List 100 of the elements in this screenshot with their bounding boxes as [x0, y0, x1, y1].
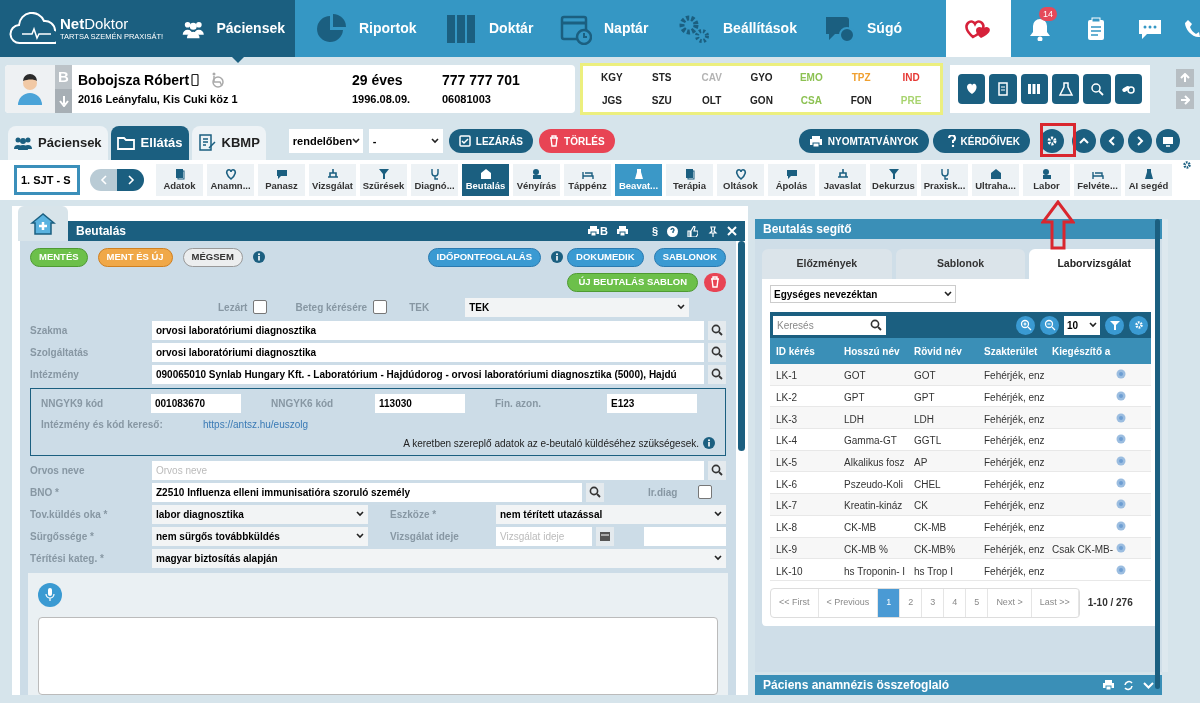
module-tab[interactable]: Praxisk...	[921, 164, 968, 196]
select-field[interactable]: TEK	[465, 297, 690, 317]
module-tab[interactable]: Labor	[1023, 164, 1070, 196]
checkbox[interactable]	[253, 300, 268, 314]
page-size-select[interactable]: 10	[1064, 315, 1100, 335]
pagination-button[interactable]: Next >	[988, 588, 1032, 617]
status-select[interactable]: rendelőben	[288, 129, 363, 153]
clipboard-icon[interactable]	[1086, 16, 1106, 41]
input-field[interactable]: orvosi laboratóriumi diagnosztika	[152, 342, 704, 362]
module-tab[interactable]: Diagnó...	[411, 164, 458, 196]
checkbox[interactable]	[698, 485, 712, 499]
main-tab[interactable]: Páciensek	[8, 126, 108, 160]
column-header[interactable]: Hosszú név	[844, 343, 914, 359]
search-button[interactable]	[708, 320, 726, 340]
episode-select[interactable]: 1. SJT - S	[14, 165, 80, 195]
status-select[interactable]: -	[368, 129, 443, 153]
help-icon[interactable]	[667, 225, 678, 237]
select-field[interactable]: nem térített utazással	[496, 504, 726, 524]
module-tab[interactable]: Panasz	[258, 164, 305, 196]
calendar-button[interactable]	[596, 526, 614, 546]
module-tab[interactable]: Ultraha...	[972, 164, 1019, 196]
printer-icon[interactable]	[616, 226, 628, 236]
input-field[interactable]: E123	[607, 393, 697, 413]
main-tab[interactable]: Ellátás	[110, 126, 189, 160]
pagination-button[interactable]: 2	[900, 588, 923, 617]
microphone-button[interactable]	[38, 583, 62, 607]
refresh-icon[interactable]	[1123, 679, 1134, 691]
input-field[interactable]: 001083670	[151, 393, 241, 413]
monitor-button[interactable]	[1156, 129, 1180, 153]
close-icon[interactable]	[727, 226, 737, 236]
pagination-button[interactable]: << First	[771, 588, 819, 617]
module-tab[interactable]: Felvéte...	[1074, 164, 1121, 196]
time-field[interactable]	[644, 526, 726, 546]
search-field[interactable]: Keresés	[773, 315, 886, 335]
column-header[interactable]: Kiegészítő a	[1052, 343, 1114, 359]
add-circle-icon[interactable]	[1116, 434, 1126, 445]
module-tab[interactable]: Anamn...	[207, 164, 254, 196]
flask-button[interactable]	[1052, 73, 1080, 104]
module-tab[interactable]: Javaslat	[819, 164, 866, 196]
pagination-button[interactable]: 3	[922, 588, 945, 617]
action-button[interactable]: LEZÁRÁS	[448, 129, 534, 153]
chevron-down-icon[interactable]	[1143, 679, 1154, 691]
checkbox[interactable]	[373, 300, 388, 314]
search-button[interactable]	[708, 342, 726, 362]
add-circle-icon[interactable]	[1116, 391, 1126, 402]
main-tab[interactable]: KBMP	[191, 126, 266, 160]
column-header[interactable]: Rövid név	[914, 343, 984, 359]
pagination-button[interactable]: Last >>	[1031, 588, 1079, 617]
module-tab[interactable]: Adatok	[156, 164, 203, 196]
hospital-house-icon[interactable]	[30, 211, 56, 236]
add-circle-icon[interactable]	[1116, 564, 1126, 575]
action-button[interactable]: TÖRLÉS	[539, 129, 615, 153]
zoom-button[interactable]	[1083, 73, 1111, 104]
previous-button[interactable]	[1100, 129, 1124, 153]
select-field[interactable]: nem sürgős továbbküldés	[152, 526, 368, 546]
printer-icon[interactable]	[1103, 679, 1114, 690]
pills-button[interactable]	[1114, 73, 1142, 104]
zoom-out-button[interactable]	[1040, 315, 1059, 335]
helper-tab[interactable]: Sablonok	[895, 249, 1026, 279]
module-tab[interactable]: Dekurzus	[870, 164, 917, 196]
add-circle-icon[interactable]	[1116, 521, 1126, 532]
search-button[interactable]	[586, 482, 604, 502]
delete-button[interactable]	[704, 272, 726, 292]
add-circle-icon[interactable]	[1116, 369, 1126, 380]
header-action[interactable]: B	[599, 222, 608, 240]
scrollbar-thumb[interactable]	[738, 241, 745, 451]
brand-button[interactable]	[946, 0, 1011, 57]
column-header[interactable]: Szakterület	[984, 343, 1052, 359]
heart-button[interactable]	[958, 73, 986, 104]
search-button[interactable]	[708, 364, 726, 384]
add-circle-icon[interactable]	[1116, 477, 1126, 488]
filter-button[interactable]	[1105, 315, 1124, 335]
add-circle-icon[interactable]	[1116, 412, 1126, 423]
column-header[interactable]: ID kérés	[776, 343, 844, 359]
settings-icon[interactable]	[1182, 160, 1192, 170]
helper-tab[interactable]: Előzmények	[762, 249, 892, 279]
pagination-button[interactable]: 5	[966, 588, 989, 617]
next-button[interactable]	[117, 169, 144, 191]
select-field[interactable]: magyar biztosítás alapján	[152, 548, 726, 568]
pagination-button[interactable]: 4	[944, 588, 967, 617]
module-tab[interactable]: Szűrések	[360, 164, 407, 196]
toolbar-button[interactable]: KÉRDŐÍVEK	[932, 129, 1030, 153]
module-tab[interactable]: Vényírás	[513, 164, 560, 196]
next-button[interactable]	[1128, 129, 1152, 153]
settings-button[interactable]	[1129, 315, 1148, 335]
pin-icon[interactable]	[707, 225, 718, 237]
document-button[interactable]	[989, 73, 1017, 104]
add-circle-icon[interactable]	[1116, 456, 1126, 467]
nomenclature-select[interactable]: Egységes nevezéktan	[770, 285, 956, 303]
module-tab[interactable]: Beutalás	[462, 164, 509, 196]
add-circle-icon[interactable]	[1116, 499, 1126, 510]
module-tab[interactable]: Táppénz	[564, 164, 611, 196]
select-field[interactable]: labor diagnosztika	[152, 504, 368, 524]
header-action[interactable]: §	[651, 222, 658, 240]
module-tab[interactable]: Terápia	[666, 164, 713, 196]
phone-icon[interactable]	[1184, 17, 1200, 40]
toolbar-button[interactable]: NYOMTATVÁNYOK	[798, 129, 929, 153]
thumbs-up-icon[interactable]	[687, 225, 698, 237]
module-tab[interactable]: Ápolás	[768, 164, 815, 196]
module-tab[interactable]: AI segéd	[1125, 164, 1172, 196]
